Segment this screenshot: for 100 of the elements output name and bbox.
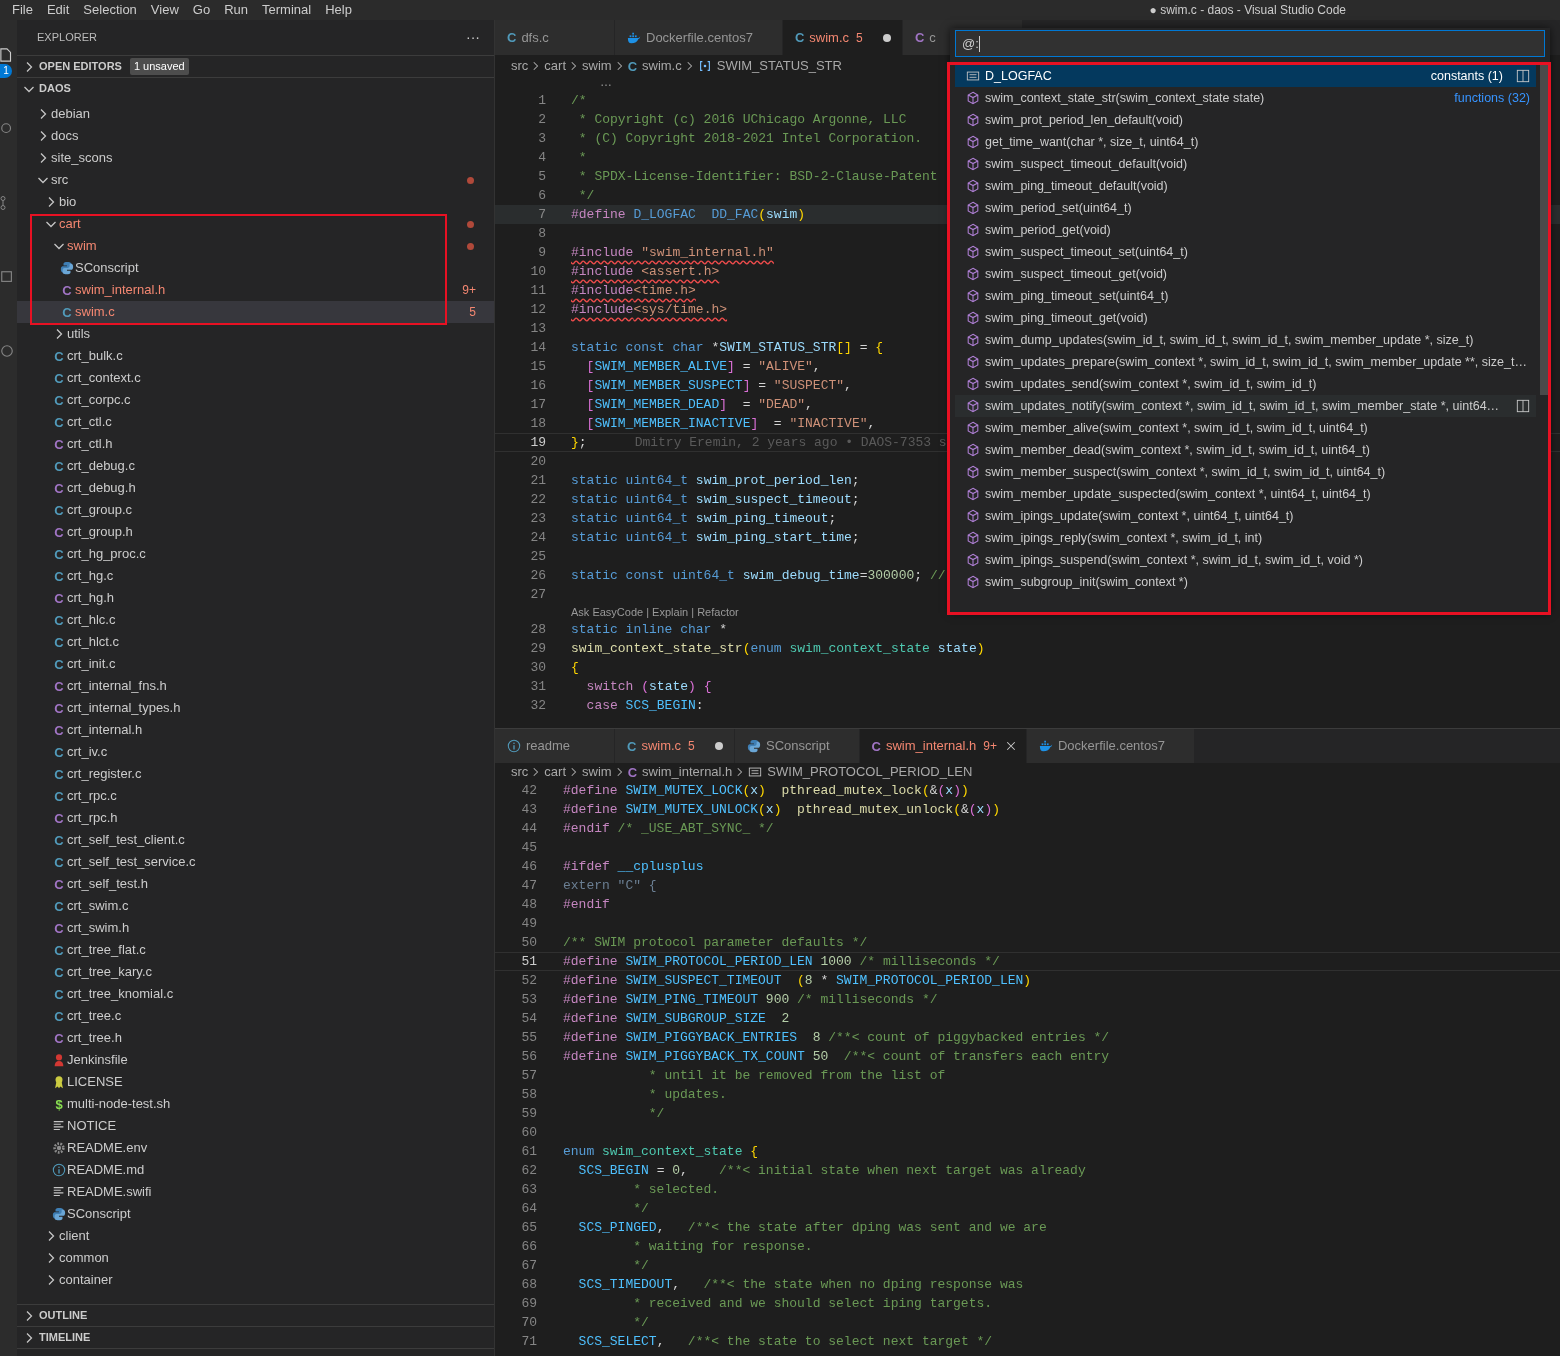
code-line: SCS_PINGED, /**< the state after dping was sent and we are bbox=[577, 1218, 1047, 1237]
problem-count: 9+ bbox=[462, 282, 476, 299]
line-number: 61 bbox=[520, 1142, 537, 1161]
group-label: functions (32) bbox=[1454, 89, 1530, 107]
dollar-icon: $ bbox=[55, 1097, 63, 1111]
line-number: 69 bbox=[520, 1294, 537, 1313]
code-line: * received and we should select iping targets. bbox=[632, 1294, 993, 1313]
c-file-icon: C bbox=[54, 811, 64, 825]
c-file-icon: C bbox=[54, 943, 64, 957]
code-line: }; bbox=[571, 433, 587, 452]
line-number: 21 bbox=[529, 471, 546, 490]
code-line: [SWIM_MEMBER_ALIVE] = "ALIVE", bbox=[585, 357, 821, 376]
c-file-icon: C bbox=[794, 31, 805, 44]
window-title: ● swim.c - daos - Visual Studio Code bbox=[1149, 2, 1346, 19]
c-file-icon: C bbox=[54, 833, 64, 847]
line-number: 20 bbox=[529, 452, 546, 471]
line-number: 67 bbox=[520, 1256, 537, 1275]
c-file-icon: C bbox=[54, 679, 64, 693]
code-line: #define SWIM_SUSPECT_TIMEOUT (8 * SWIM_PROTOCOL_PERIOD_LEN) bbox=[563, 971, 1032, 990]
code-line: static const char *SWIM_STATUS_STR[] = { bbox=[571, 338, 884, 357]
line-number: 63 bbox=[520, 1180, 537, 1199]
group-label: constants (1) bbox=[1430, 67, 1503, 85]
code-line: * (C) Copyright 2018-2021 Intel Corporation. bbox=[577, 129, 923, 148]
c-file-icon: C bbox=[54, 899, 64, 913]
line-number: 16 bbox=[529, 376, 546, 395]
c-file-icon: C bbox=[54, 1009, 64, 1023]
line-number: 11 bbox=[529, 281, 546, 300]
line-number: 10 bbox=[529, 262, 546, 281]
line-number: 26 bbox=[529, 566, 546, 585]
c-file-icon: C bbox=[54, 767, 64, 781]
c-file-icon: C bbox=[54, 877, 64, 891]
code-line: [SWIM_MEMBER_SUSPECT] = "SUSPECT", bbox=[585, 376, 852, 395]
code-line: */ bbox=[577, 186, 595, 205]
line-number: 60 bbox=[520, 1123, 537, 1142]
line-number: 71 bbox=[520, 1332, 537, 1351]
line-number: 45 bbox=[520, 838, 537, 857]
line-number: 3 bbox=[537, 129, 546, 148]
line-number: 22 bbox=[529, 490, 546, 509]
code-line: enum swim_context_state { bbox=[563, 1142, 759, 1161]
line-number: 48 bbox=[520, 895, 537, 914]
c-file-icon: C bbox=[54, 415, 64, 429]
line-number: 19 bbox=[529, 433, 546, 452]
blame-annotation: Dmitry Eremin, 2 years ago • DAOS-7353 s bbox=[634, 433, 947, 452]
line-number: 66 bbox=[520, 1237, 537, 1256]
line-number: 57 bbox=[520, 1066, 537, 1085]
c-file-icon: C bbox=[54, 547, 64, 561]
line-number: 9 bbox=[537, 243, 546, 262]
code-line: #define SWIM_PROTOCOL_PERIOD_LEN 1000 /* milliseconds */ bbox=[563, 952, 1000, 971]
code-line: #ifdef __cplusplus bbox=[563, 857, 704, 876]
ellipsis-marker: … bbox=[600, 75, 612, 89]
c-file-icon: C bbox=[54, 481, 64, 495]
c-file-icon: C bbox=[54, 437, 64, 451]
c-file-icon: C bbox=[54, 613, 64, 627]
c-file-icon: C bbox=[507, 31, 517, 44]
c-file-icon: C bbox=[62, 305, 72, 319]
c-file-icon: C bbox=[54, 921, 64, 935]
code-line: #define SWIM_PING_TIMEOUT 900 /* milliseconds */ bbox=[563, 990, 938, 1009]
c-file-icon: C bbox=[54, 789, 64, 803]
code-line: #define SWIM_PIGGYBACK_TX_COUNT 50 /**< count of transfers each entry bbox=[563, 1047, 1110, 1066]
c-file-icon: C bbox=[54, 657, 64, 671]
line-number: 23 bbox=[529, 509, 546, 528]
line-number: 51 bbox=[520, 952, 537, 971]
problem-count: 9+ bbox=[983, 738, 997, 755]
line-number: 2 bbox=[537, 110, 546, 129]
problem-count: 5 bbox=[688, 738, 695, 755]
line-number: 56 bbox=[520, 1047, 537, 1066]
code-line: */ bbox=[647, 1104, 665, 1123]
line-number: 14 bbox=[529, 338, 546, 357]
code-line: #define SWIM_PIGGYBACK_ENTRIES 8 /**< count of piggybacked entries */ bbox=[563, 1028, 1110, 1047]
c-file-icon: C bbox=[54, 459, 64, 473]
code-line: * updates. bbox=[647, 1085, 727, 1104]
line-number: 25 bbox=[529, 547, 546, 566]
c-file-icon: C bbox=[62, 283, 72, 297]
code-line: * until it be removed from the list of bbox=[647, 1066, 946, 1085]
code-line: */ bbox=[632, 1256, 649, 1275]
line-number: 68 bbox=[520, 1275, 537, 1294]
code-line: * selected. bbox=[632, 1180, 720, 1199]
c-file-icon: C bbox=[54, 635, 64, 649]
line-number: 15 bbox=[529, 357, 546, 376]
line-number: 29 bbox=[529, 639, 546, 658]
code-line: #endif bbox=[563, 895, 610, 914]
c-file-icon: C bbox=[54, 525, 64, 539]
c-file-icon: C bbox=[54, 591, 64, 605]
line-number: 43 bbox=[520, 800, 537, 819]
c-file-icon: C bbox=[54, 987, 64, 1001]
code-line: * Copyright (c) 2016 UChicago Argonne, LLC bbox=[577, 110, 907, 129]
c-file-icon: C bbox=[627, 765, 637, 779]
code-line: static uint64_t swim_ping_timeout; bbox=[571, 509, 837, 528]
problem-count: 5 bbox=[856, 29, 863, 47]
code-line: */ bbox=[632, 1313, 649, 1332]
c-file-icon: C bbox=[54, 1031, 64, 1045]
code-line: #include <assert.h> bbox=[571, 262, 720, 281]
line-number: 7 bbox=[537, 205, 546, 224]
code-line: */ bbox=[632, 1199, 649, 1218]
line-number: 30 bbox=[529, 658, 546, 677]
c-file-icon: C bbox=[54, 745, 64, 759]
c-file-icon: C bbox=[54, 965, 64, 979]
line-number: 64 bbox=[520, 1199, 537, 1218]
code-line: #include "swim_internal.h" bbox=[571, 243, 774, 262]
code-line: #define SWIM_SUBGROUP_SIZE 2 bbox=[563, 1009, 790, 1028]
